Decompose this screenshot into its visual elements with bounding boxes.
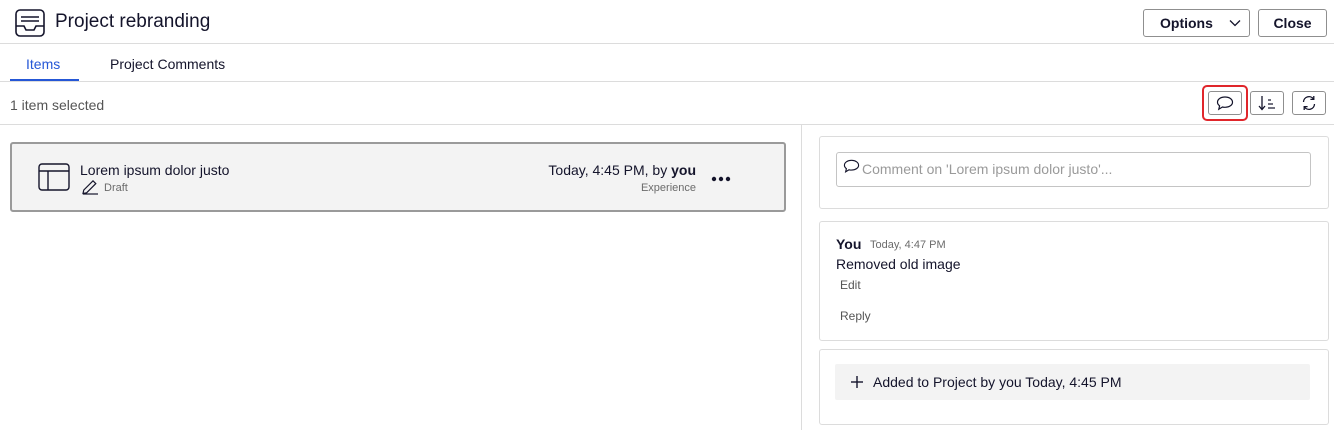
comment-placeholder: Comment on 'Lorem ipsum dolor justo'... <box>862 161 1113 177</box>
comment-author: You <box>836 236 862 252</box>
chevron-down-icon <box>1229 20 1241 27</box>
comments-panel: Comment on 'Lorem ipsum dolor justo'... … <box>803 125 1334 430</box>
plus-icon <box>851 376 863 388</box>
active-tab-indicator <box>10 79 79 81</box>
tab-bar: Items Project Comments <box>0 44 1334 82</box>
comments-toggle-button[interactable] <box>1208 91 1242 115</box>
items-panel: Lorem ipsum dolor justo Draft Today, 4:4… <box>0 125 802 430</box>
item-date: Today, 4:45 PM, by <box>548 162 672 178</box>
inbox-tray-icon <box>15 9 45 37</box>
options-dropdown-button[interactable]: Options <box>1143 9 1250 37</box>
comment-input[interactable]: Comment on 'Lorem ipsum dolor justo'... <box>836 152 1311 187</box>
activity-card: Added to Project by you Today, 4:45 PM <box>819 349 1329 425</box>
comment-icon <box>843 159 860 174</box>
item-author: you <box>671 162 696 178</box>
header: Project rebranding Options Close <box>0 0 1334 44</box>
item-status: Draft <box>104 182 128 194</box>
activity-entry: Added to Project by you Today, 4:45 PM <box>835 364 1310 400</box>
comment-timestamp: Today, 4:47 PM <box>870 239 946 251</box>
comment-compose: Comment on 'Lorem ipsum dolor justo'... <box>819 136 1329 209</box>
tab-items[interactable]: Items <box>26 56 60 72</box>
sort-button[interactable] <box>1250 91 1284 115</box>
refresh-icon <box>1302 96 1316 110</box>
close-button[interactable]: Close <box>1258 9 1327 37</box>
tab-project-comments[interactable]: Project Comments <box>110 56 225 72</box>
pencil-icon <box>82 179 98 195</box>
page-title: Project rebranding <box>55 11 211 32</box>
item-type: Experience <box>640 182 696 194</box>
selection-count: 1 item selected <box>10 97 105 113</box>
toolbar: 1 item selected <box>0 82 1334 125</box>
item-modified: Today, 4:45 PM, by you <box>548 162 696 178</box>
more-options-icon[interactable] <box>709 171 733 187</box>
comment-entry: You Today, 4:47 PM Removed old image Edi… <box>819 221 1329 341</box>
list-item[interactable]: Lorem ipsum dolor justo Draft Today, 4:4… <box>10 142 786 212</box>
item-title: Lorem ipsum dolor justo <box>80 162 230 178</box>
page-layout-icon <box>38 163 70 191</box>
options-label: Options <box>1160 15 1213 31</box>
comment-text: Removed old image <box>836 256 961 272</box>
sort-icon <box>1258 96 1275 111</box>
refresh-button[interactable] <box>1292 91 1326 115</box>
comment-icon <box>1216 96 1234 111</box>
edit-comment-link[interactable]: Edit <box>840 278 861 292</box>
activity-text: Added to Project by you Today, 4:45 PM <box>873 374 1122 390</box>
reply-link[interactable]: Reply <box>840 309 871 323</box>
